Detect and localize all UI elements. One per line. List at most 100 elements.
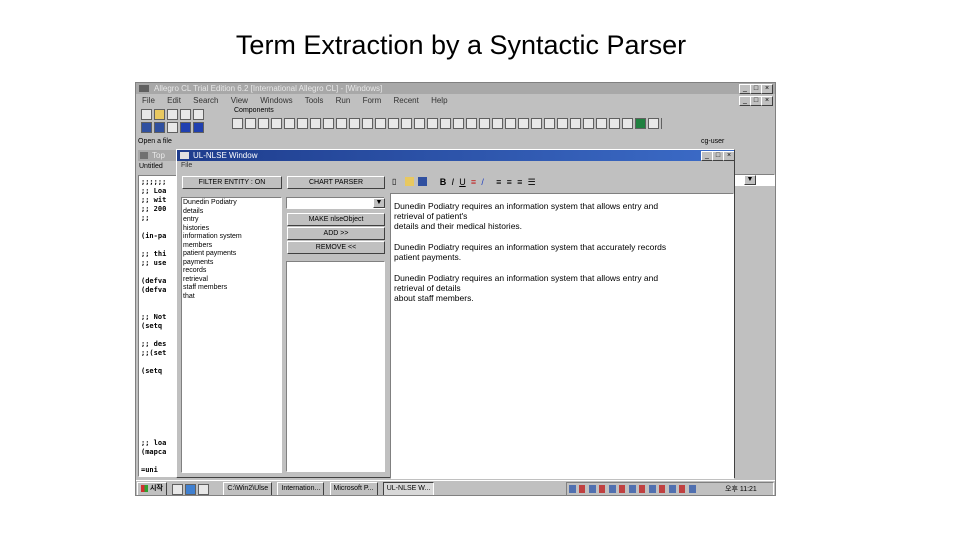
window-icon[interactable]: [180, 109, 191, 120]
widget-icon[interactable]: [479, 118, 490, 129]
main-window-titlebar[interactable]: Allegro CL Trial Edition 6.2 [Internatio…: [136, 83, 775, 94]
widget-icon[interactable]: [427, 118, 438, 129]
menu-windows[interactable]: Windows: [260, 96, 292, 105]
underline-icon[interactable]: U: [459, 177, 466, 187]
list-item[interactable]: staff members: [183, 284, 281, 293]
menu-tools[interactable]: Tools: [305, 96, 324, 105]
list-item[interactable]: details: [183, 208, 281, 217]
nlse-close-button[interactable]: ×: [723, 151, 734, 161]
menu-form[interactable]: Form: [363, 96, 382, 105]
widget-icon[interactable]: [323, 118, 334, 129]
widget-icon[interactable]: [609, 118, 620, 129]
dropdown-arrow-icon[interactable]: ▼: [744, 175, 756, 185]
make-nlseobject-button[interactable]: MAKE nlseObject: [287, 213, 385, 226]
widget-icon[interactable]: [557, 118, 568, 129]
stop-icon[interactable]: [193, 122, 204, 133]
widget-icon[interactable]: [518, 118, 529, 129]
list-item[interactable]: records: [183, 267, 281, 276]
menu-view[interactable]: View: [231, 96, 248, 105]
taskbar-item-explorer[interactable]: C:\Win2\Ulse: [223, 482, 273, 495]
menu-run[interactable]: Run: [336, 96, 351, 105]
add-button[interactable]: ADD >>: [287, 227, 385, 240]
bullets-icon[interactable]: ☰: [528, 177, 536, 187]
taskbar-item-nlse[interactable]: UL-NLSE W...: [382, 482, 435, 495]
list-item[interactable]: members: [183, 242, 281, 251]
lisp-pane-tab[interactable]: Untitled: [139, 163, 163, 170]
widget-icon[interactable]: [570, 118, 581, 129]
step-icon[interactable]: [167, 122, 178, 133]
outlook-icon[interactable]: [198, 484, 210, 495]
browser-icon[interactable]: [185, 484, 197, 495]
widget-icon[interactable]: [362, 118, 373, 129]
widget-icon[interactable]: [375, 118, 386, 129]
list-item[interactable]: Dunedin Podiatry: [183, 199, 281, 208]
widget-icon[interactable]: [544, 118, 555, 129]
quicklaunch-icon[interactable]: [172, 484, 184, 495]
list-item[interactable]: retrieval: [183, 276, 281, 285]
nlse-menu-file[interactable]: File: [181, 162, 192, 169]
widget-icon[interactable]: [310, 118, 321, 129]
widget-icon[interactable]: [453, 118, 464, 129]
chart-parser-button[interactable]: CHART PARSER: [287, 176, 385, 189]
tray-icons[interactable]: [569, 485, 699, 493]
object-select[interactable]: [286, 197, 385, 209]
lisp-code-area[interactable]: ;;;;;; ;; Loa ;; wit ;; 200 ;; (in-pa ;;…: [138, 175, 178, 477]
checkbox-icon[interactable]: [297, 118, 308, 129]
outer-close-button[interactable]: ×: [761, 96, 773, 106]
object-list[interactable]: [286, 261, 385, 472]
widget-icon[interactable]: [648, 118, 659, 129]
save-all-icon[interactable]: [154, 122, 165, 133]
widget-icon[interactable]: [531, 118, 542, 129]
highlight-icon[interactable]: /: [481, 177, 484, 187]
align-center-icon[interactable]: ≡: [507, 177, 512, 187]
widget-icon[interactable]: [583, 118, 594, 129]
menu-help[interactable]: Help: [431, 96, 447, 105]
filter-entity-button[interactable]: FILTER ENTITY : ON: [182, 176, 282, 189]
text-editor[interactable]: Dunedin Podiatry requires an information…: [390, 193, 734, 479]
widget-icon[interactable]: [401, 118, 412, 129]
new-file-icon[interactable]: [141, 109, 152, 120]
widget-icon[interactable]: [271, 118, 282, 129]
align-right-icon[interactable]: ≡: [517, 177, 522, 187]
run-icon[interactable]: [180, 122, 191, 133]
menu-file[interactable]: File: [142, 96, 155, 105]
widget-icon[interactable]: [232, 118, 243, 129]
widget-icon[interactable]: [440, 118, 451, 129]
evaluate-icon[interactable]: [167, 109, 178, 120]
open-folder-icon[interactable]: [154, 109, 165, 120]
widget-icon[interactable]: [258, 118, 269, 129]
start-button[interactable]: 시작: [137, 482, 167, 495]
taskbar-item-allegro[interactable]: Internation...: [277, 482, 325, 495]
widget-icon[interactable]: [388, 118, 399, 129]
align-left-icon[interactable]: ≡: [496, 177, 501, 187]
taskbar-item-powerpoint[interactable]: Microsoft P...: [329, 482, 378, 495]
widget-icon[interactable]: [245, 118, 256, 129]
widget-icon[interactable]: [349, 118, 360, 129]
entity-list[interactable]: Dunedin Podiatry details entry histories…: [181, 197, 282, 473]
save-icon[interactable]: [141, 122, 152, 133]
list-item[interactable]: information system: [183, 233, 281, 242]
italic-icon[interactable]: I: [451, 177, 454, 187]
list-item[interactable]: entry: [183, 216, 281, 225]
new-document-icon[interactable]: ▯: [392, 177, 401, 186]
widget-icon[interactable]: [466, 118, 477, 129]
widget-icon[interactable]: [635, 118, 646, 129]
select-arrow-icon[interactable]: ▼: [373, 198, 385, 208]
main-close-button[interactable]: ×: [761, 84, 773, 94]
list-item[interactable]: payments: [183, 259, 281, 268]
menu-search[interactable]: Search: [193, 96, 218, 105]
widget-icon[interactable]: [596, 118, 607, 129]
bold-icon[interactable]: B: [440, 177, 447, 187]
menu-recent[interactable]: Recent: [393, 96, 418, 105]
font-color-icon[interactable]: ≡: [471, 177, 476, 187]
widget-icon[interactable]: [336, 118, 347, 129]
widget-icon[interactable]: [505, 118, 516, 129]
open-folder-icon[interactable]: [405, 177, 415, 186]
list-item[interactable]: patient payments: [183, 250, 281, 259]
widget-icon[interactable]: [661, 118, 662, 129]
remove-button[interactable]: REMOVE <<: [287, 241, 385, 254]
menu-edit[interactable]: Edit: [167, 96, 181, 105]
radio-button-icon[interactable]: [284, 118, 295, 129]
widget-icon[interactable]: [414, 118, 425, 129]
grid-icon[interactable]: [622, 118, 633, 129]
